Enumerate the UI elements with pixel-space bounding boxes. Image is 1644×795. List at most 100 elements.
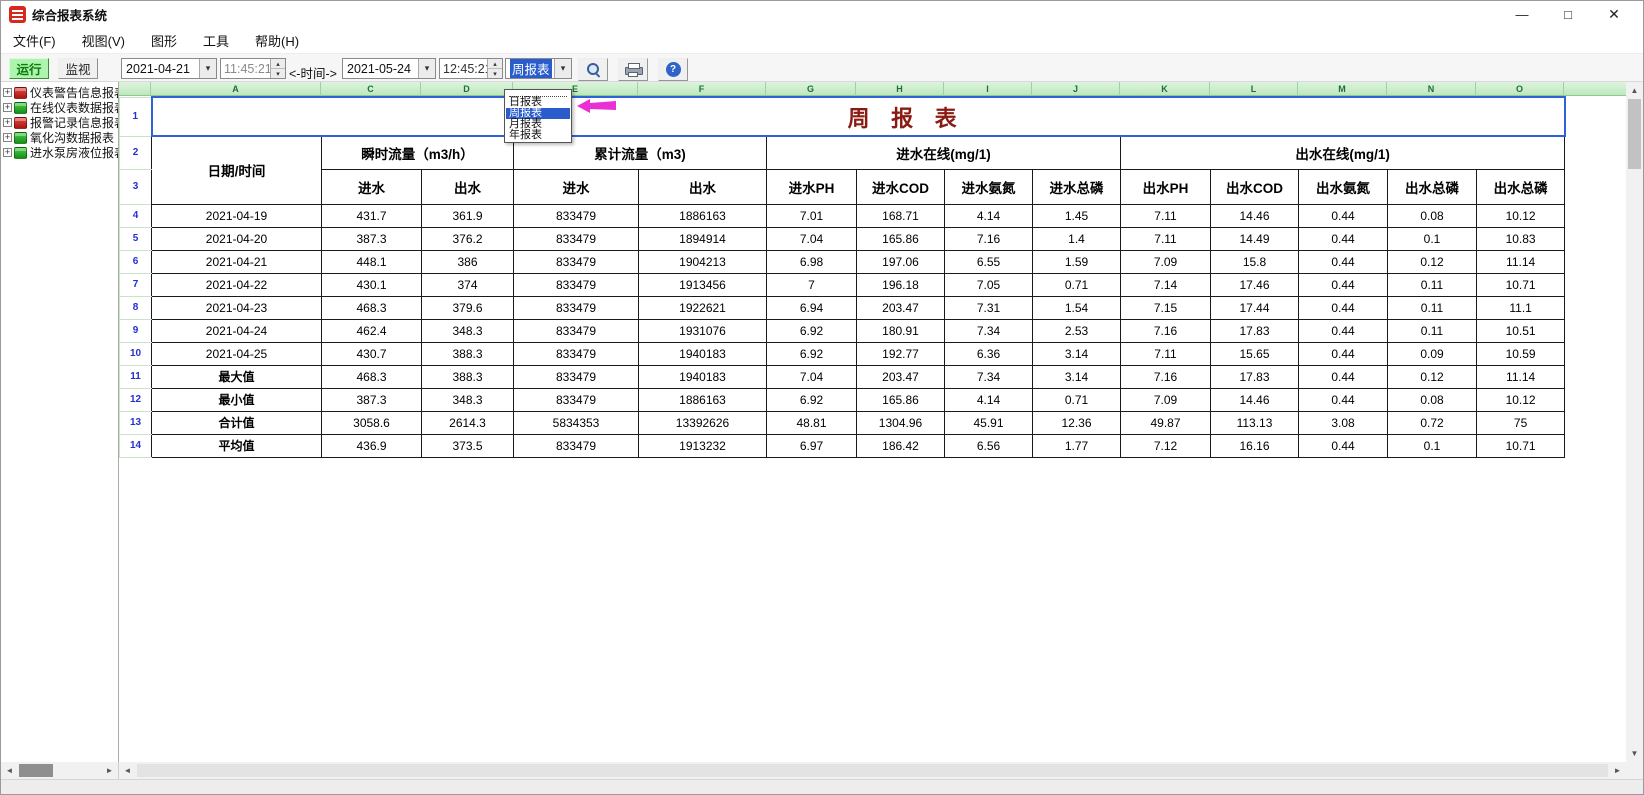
data-cell[interactable]: 4.14: [945, 388, 1033, 411]
data-cell[interactable]: 7.04: [767, 227, 857, 250]
data-cell[interactable]: 17.83: [1211, 319, 1299, 342]
row-number[interactable]: 7: [120, 273, 152, 296]
data-cell[interactable]: 11.14: [1477, 250, 1565, 273]
column-letter[interactable]: G: [766, 82, 856, 96]
data-cell[interactable]: 7.04: [767, 365, 857, 388]
data-cell[interactable]: 14.49: [1211, 227, 1299, 250]
end-date-combo[interactable]: 2021-05-24: [342, 58, 436, 79]
data-cell[interactable]: 75: [1477, 411, 1565, 434]
row-label[interactable]: 2021-04-21: [152, 250, 322, 273]
scroll-left-icon[interactable]: [119, 762, 136, 779]
data-cell[interactable]: 1913232: [639, 434, 767, 457]
data-cell[interactable]: 0.1: [1388, 227, 1477, 250]
start-date-combo[interactable]: 2021-04-21: [121, 58, 217, 79]
data-cell[interactable]: 3.14: [1033, 342, 1121, 365]
data-cell[interactable]: 348.3: [422, 388, 514, 411]
data-cell[interactable]: 45.91: [945, 411, 1033, 434]
data-cell[interactable]: 7.15: [1121, 296, 1211, 319]
data-cell[interactable]: 0.11: [1388, 296, 1477, 319]
column-letter[interactable]: L: [1210, 82, 1298, 96]
scroll-thumb[interactable]: [19, 764, 53, 777]
data-cell[interactable]: 203.47: [857, 365, 945, 388]
print-button[interactable]: [618, 58, 648, 81]
row-number[interactable]: 14: [120, 434, 152, 457]
data-cell[interactable]: 7: [767, 273, 857, 296]
expand-plus-icon[interactable]: [3, 133, 12, 142]
sub-header[interactable]: 进水: [514, 169, 639, 204]
row-label[interactable]: 2021-04-22: [152, 273, 322, 296]
sub-header[interactable]: 进水总磷: [1033, 169, 1121, 204]
expand-plus-icon[interactable]: [3, 103, 12, 112]
data-cell[interactable]: 1940183: [639, 365, 767, 388]
end-time-spinner[interactable]: 12:45:21: [439, 58, 503, 79]
row-label[interactable]: 最大值: [152, 365, 322, 388]
data-cell[interactable]: 203.47: [857, 296, 945, 319]
data-cell[interactable]: 3.08: [1299, 411, 1388, 434]
data-cell[interactable]: 0.44: [1299, 365, 1388, 388]
data-cell[interactable]: 5834353: [514, 411, 639, 434]
data-cell[interactable]: 448.1: [322, 250, 422, 273]
data-cell[interactable]: 14.46: [1211, 204, 1299, 227]
column-letter[interactable]: H: [856, 82, 944, 96]
data-cell[interactable]: 468.3: [322, 296, 422, 319]
data-cell[interactable]: 6.36: [945, 342, 1033, 365]
row-number[interactable]: 9: [120, 319, 152, 342]
scroll-up-icon[interactable]: [1626, 82, 1643, 99]
data-cell[interactable]: 7.11: [1121, 227, 1211, 250]
chevron-down-icon[interactable]: [554, 59, 571, 78]
data-cell[interactable]: 7.14: [1121, 273, 1211, 296]
row-label[interactable]: 最小值: [152, 388, 322, 411]
data-cell[interactable]: 10.71: [1477, 434, 1565, 457]
data-cell[interactable]: 0.08: [1388, 388, 1477, 411]
sub-header[interactable]: 进水: [322, 169, 422, 204]
row-number[interactable]: 11: [120, 365, 152, 388]
data-cell[interactable]: 388.3: [422, 365, 514, 388]
data-cell[interactable]: 14.46: [1211, 388, 1299, 411]
sub-header[interactable]: 出水总磷: [1388, 169, 1477, 204]
data-cell[interactable]: 1304.96: [857, 411, 945, 434]
data-cell[interactable]: 49.87: [1121, 411, 1211, 434]
row-label[interactable]: 2021-04-24: [152, 319, 322, 342]
data-cell[interactable]: 833479: [514, 319, 639, 342]
column-letter[interactable]: A: [151, 82, 321, 96]
data-cell[interactable]: 196.18: [857, 273, 945, 296]
row-label[interactable]: 2021-04-20: [152, 227, 322, 250]
sidebar-item[interactable]: 报警记录信息报表: [1, 115, 118, 130]
sheet-corner-cell[interactable]: [119, 82, 151, 96]
data-cell[interactable]: 462.4: [322, 319, 422, 342]
data-cell[interactable]: 0.44: [1299, 204, 1388, 227]
spinner-down-icon[interactable]: [271, 68, 285, 78]
spinner-up-icon[interactable]: [271, 59, 285, 68]
sub-header[interactable]: 出水总磷: [1477, 169, 1565, 204]
menu-item-help[interactable]: 帮助(H): [255, 31, 299, 50]
column-letter[interactable]: D: [421, 82, 513, 96]
data-cell[interactable]: 833479: [514, 365, 639, 388]
data-cell[interactable]: 7.31: [945, 296, 1033, 319]
data-cell[interactable]: 10.71: [1477, 273, 1565, 296]
data-cell[interactable]: 1.54: [1033, 296, 1121, 319]
data-cell[interactable]: 0.44: [1299, 434, 1388, 457]
data-cell[interactable]: 833479: [514, 342, 639, 365]
data-cell[interactable]: 430.7: [322, 342, 422, 365]
row-number[interactable]: 8: [120, 296, 152, 319]
data-cell[interactable]: 833479: [514, 250, 639, 273]
spinner-down-icon[interactable]: [488, 68, 502, 78]
row-number[interactable]: 12: [120, 388, 152, 411]
sub-header[interactable]: 出水PH: [1121, 169, 1211, 204]
spinner-up-icon[interactable]: [488, 59, 502, 68]
report-type-combo[interactable]: 周报表: [505, 58, 572, 79]
data-cell[interactable]: 2.53: [1033, 319, 1121, 342]
data-cell[interactable]: 1.4: [1033, 227, 1121, 250]
sidebar-item[interactable]: 在线仪表数据报表: [1, 100, 118, 115]
chevron-down-icon[interactable]: [199, 59, 216, 78]
data-cell[interactable]: 0.12: [1388, 250, 1477, 273]
column-letter[interactable]: J: [1032, 82, 1120, 96]
data-cell[interactable]: 7.34: [945, 319, 1033, 342]
sub-header[interactable]: 出水: [422, 169, 514, 204]
data-cell[interactable]: 833479: [514, 434, 639, 457]
sub-header[interactable]: 进水COD: [857, 169, 945, 204]
data-cell[interactable]: 0.44: [1299, 296, 1388, 319]
data-cell[interactable]: 7.09: [1121, 250, 1211, 273]
scroll-thumb[interactable]: [137, 764, 1608, 777]
data-cell[interactable]: 386: [422, 250, 514, 273]
